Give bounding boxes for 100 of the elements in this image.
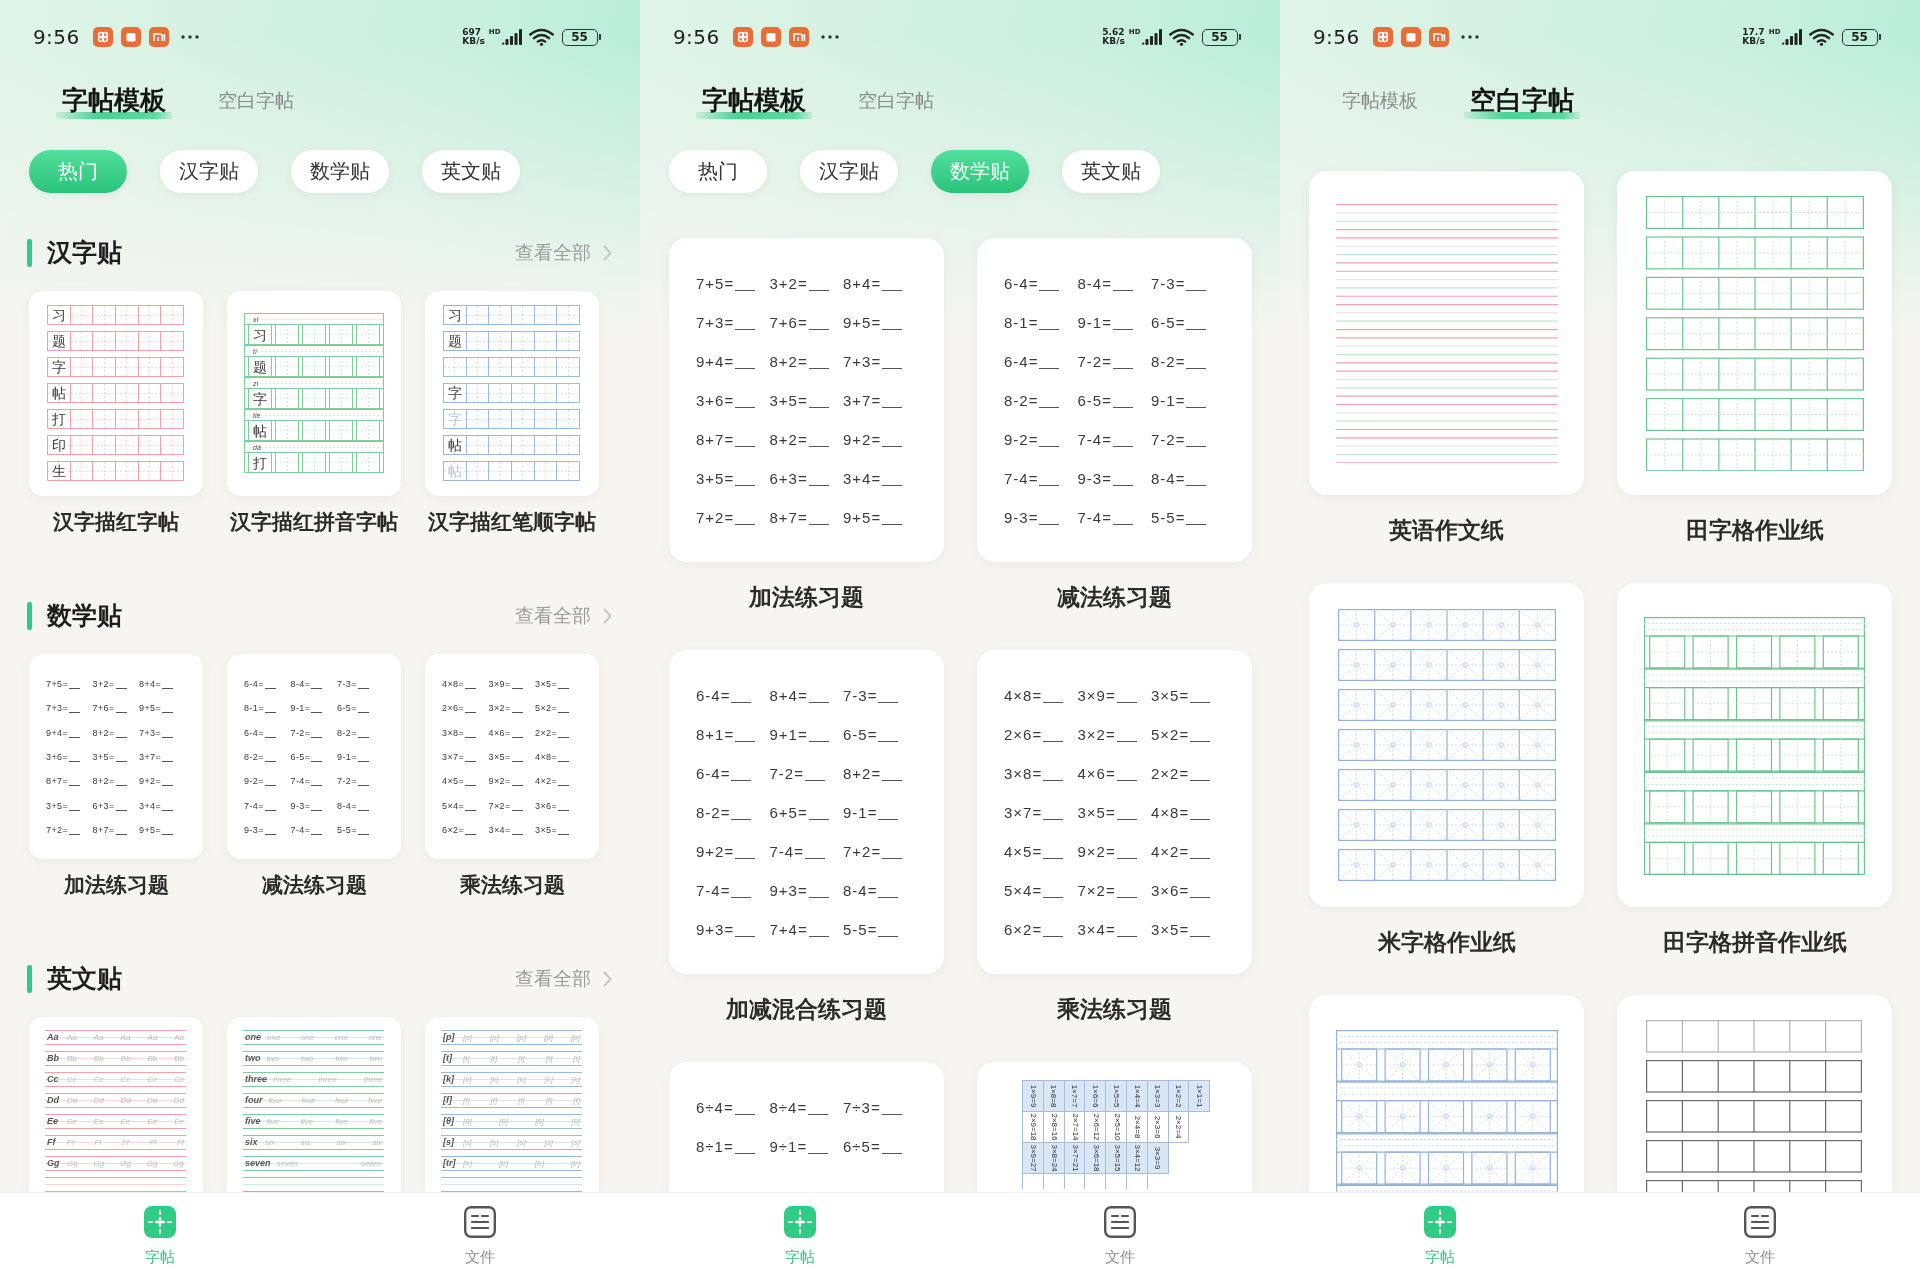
- fill-in-line: [69, 758, 81, 763]
- tian-grid-square: [160, 383, 185, 403]
- phonetic-symbol: [s]: [443, 1138, 455, 1147]
- equation-text: 9+3=: [769, 882, 808, 899]
- times-table-fact: 1×9=9: [1022, 1080, 1044, 1112]
- template-card[interactable]: 7+5= 3+2= 8+4= 7+3= 7+6= 9+5= 9+4= 8+2= 7+3= 3+6= 3+5= 3+7= 8+7= 8+2= 9+2= 3+5= 6+3= 3+4= 7+2= 8+7= 9+5=: [669, 238, 944, 562]
- fill-in-line: [735, 855, 756, 859]
- category-chip[interactable]: 数学贴: [291, 150, 389, 193]
- tian-grid-square: [329, 389, 353, 408]
- equation-text: 6-5=: [290, 752, 311, 763]
- practice-word: seven: [245, 1159, 271, 1168]
- fill-in-line: [357, 782, 369, 787]
- tracing-text: [p] [p] [p] [p] [p]: [463, 1033, 580, 1042]
- template-card[interactable]: 6-4= 8+4= 7-3= 8+1= 9+1= 6-5= 6-4= 7-2= 8+2= 8-2= 6+5= 9-1= 9+2= 7-4= 7+2= 7-4= 9+3= 8-4= 9+3= 7+4= 5-5=: [669, 650, 944, 974]
- equation-text: 6-4=: [696, 687, 731, 704]
- practice-character: 题: [253, 359, 267, 374]
- practice-word: five: [245, 1117, 261, 1126]
- template-title: 汉字描红字帖: [52, 509, 180, 536]
- fill-in-line: [1190, 894, 1211, 898]
- tian-grid-square: [92, 331, 116, 351]
- equation-text: 8-4=: [1151, 470, 1186, 487]
- template-card[interactable]: 4×8= 3×9= 3×5= 2×6= 3×2= 5×2= 3×8= 4×6= 2×2= 3×7= 3×5= 4×8= 4×5= 9×2= 4×2= 5×4= 7×2= 3×6= 6×2= 3×4= 3×5=: [977, 650, 1252, 974]
- equation-text: 9-1=: [290, 703, 311, 714]
- equation-text: 9-1=: [337, 752, 357, 763]
- equation-text: 3×5=: [1151, 687, 1190, 704]
- equation-text: 2×6=: [442, 703, 465, 714]
- practice-word: four: [245, 1096, 263, 1105]
- practice-character: 题: [447, 334, 462, 348]
- more-dots-icon: [1460, 35, 1479, 39]
- times-table-fact: 3×3=9: [1146, 1142, 1169, 1174]
- chevron-right-icon: [603, 971, 612, 987]
- equation-text: 7-2=: [290, 727, 311, 738]
- clock-time: 9:56: [33, 25, 80, 49]
- fill-in-line: [1039, 326, 1060, 330]
- tian-grid-square: [488, 461, 512, 481]
- equation-text: 8-2=: [696, 804, 731, 821]
- practice-character: 习: [447, 308, 462, 322]
- tian-grid-square: [556, 357, 581, 377]
- template-card[interactable]: 6-4= 8-4= 7-3= 8-1= 9-1= 6-5= 6-4= 7-2= 8-2= 8-2= 6-5= 9-1= 9-2= 7-4= 7-2= 7-4= 9-3= 8-4= 9-3= 7-4= 5-5=: [977, 238, 1252, 562]
- fill-in-line: [311, 685, 323, 690]
- bottom-nav-tab[interactable]: 文件: [1744, 1193, 1776, 1268]
- tian-grid-square: [69, 383, 94, 403]
- bottom-nav-tab[interactable]: 文件: [464, 1193, 496, 1268]
- network-speed-unit: KB/s: [1742, 37, 1765, 47]
- practice-character: 帖: [447, 438, 462, 452]
- fill-in-line: [1112, 287, 1133, 291]
- fill-in-line: [1116, 738, 1137, 742]
- template-card[interactable]: 习 题 字 字 帖 帖: [425, 291, 599, 496]
- equation-text: 4×8=: [1004, 687, 1043, 704]
- template-card[interactable]: [1617, 995, 1892, 1192]
- equation-text: 7-3=: [1151, 275, 1186, 292]
- equation-text: 9÷1=: [769, 1138, 808, 1155]
- template-card[interactable]: 4×8= 3×9= 3×5= 2×6= 3×2= 5×2= 3×8= 4×6= 2×2= 3×7= 3×5= 4×8= 4×5= 9×2= 4×2= 5×4= 7×2= 3×6= 6×2= 3×4= 3×5=: [425, 654, 599, 859]
- category-chip[interactable]: 热门: [669, 150, 767, 193]
- template-card[interactable]: 习 题 字 帖 打 印 生: [29, 291, 203, 496]
- category-chip[interactable]: 英文贴: [1062, 150, 1160, 193]
- practice-character: 字: [51, 360, 66, 374]
- fill-in-line: [882, 404, 903, 408]
- fill-in-line: [735, 521, 756, 525]
- fill-in-line: [878, 894, 899, 898]
- template-card[interactable]: 6-4= 8-4= 7-3= 8-1= 9-1= 6-5= 6-4= 7-2= 8-2= 8-2= 6-5= 9-1= 9-2= 7-4= 7-2= 7-4= 9-3= 8-4= 9-3= 7-4= 5-5=: [227, 654, 401, 859]
- accent-bar-icon: [27, 602, 32, 630]
- equation-text: 7×2=: [1077, 882, 1116, 899]
- template-card[interactable]: 1×9=9 1×8=8 1×7=7 1×6=6 1×5=5 1×4=4 1×3=3 1×2=2 1×1=1 2×9=18 2×8=16 2×7=14 2×6=12 2×5=10 2×4=8 2×3=6 2×2=4 3×9=27 3×8=24 3×7=21 3×6=18 3×5=15 3×4=12 3×3=9: [977, 1062, 1252, 1192]
- fill-in-line: [311, 709, 323, 714]
- tian-grid-square: [69, 435, 94, 455]
- equation-text: 9-1=: [1151, 392, 1186, 409]
- equation-text: 4×8=: [442, 679, 465, 690]
- equation-text: 3×6=: [535, 800, 558, 811]
- tian-grid-square: [137, 357, 162, 377]
- more-dots-icon: [180, 35, 199, 39]
- template-card[interactable]: 6÷4= 8÷4= 7÷3= 8÷1= 9÷1= 6÷5=: [669, 1062, 944, 1192]
- tian-grid-square: [160, 331, 185, 351]
- category-chip[interactable]: 汉字贴: [160, 150, 258, 193]
- category-chip[interactable]: 汉字贴: [800, 150, 898, 193]
- tian-grid-square: [465, 461, 490, 481]
- practice-character: 习: [51, 308, 66, 322]
- tian-grid-square: [302, 453, 326, 472]
- bottom-nav-tab[interactable]: 文件: [1104, 1193, 1136, 1268]
- equation-text: 3×5=: [535, 679, 558, 690]
- tian-grid-square: [556, 435, 581, 455]
- equation-text: 7-4=: [1077, 431, 1112, 448]
- tian-grid-square: [160, 305, 185, 325]
- equation-text: 9+3=: [696, 921, 735, 938]
- equation-text: 7+2=: [843, 843, 882, 860]
- tian-grid-square: [511, 461, 535, 481]
- category-chip[interactable]: 英文贴: [422, 150, 520, 193]
- equation-text: 9+1=: [769, 726, 808, 743]
- app-notification-icon: [760, 27, 781, 47]
- practice-character: 字: [447, 386, 462, 400]
- tian-grid-square: [137, 383, 162, 403]
- times-table-fact: 3×7=21: [1063, 1142, 1086, 1174]
- template-card[interactable]: 7+5= 3+2= 8+4= 7+3= 7+6= 9+5= 9+4= 8+2= 7+3= 3+6= 3+5= 3+7= 8+7= 8+2= 9+2= 3+5= 6+3= 3+4= 7+2= 8+7= 9+5=: [29, 654, 203, 859]
- equation-text: 3×9=: [1077, 687, 1116, 704]
- equation-text: 2×2=: [535, 727, 558, 738]
- equation-text: 3×9=: [488, 679, 511, 690]
- equation-text: 4×6=: [1077, 765, 1116, 782]
- fill-in-line: [808, 521, 829, 525]
- battery-indicator: 55: [1841, 28, 1881, 46]
- tian-grid-square: [488, 331, 512, 351]
